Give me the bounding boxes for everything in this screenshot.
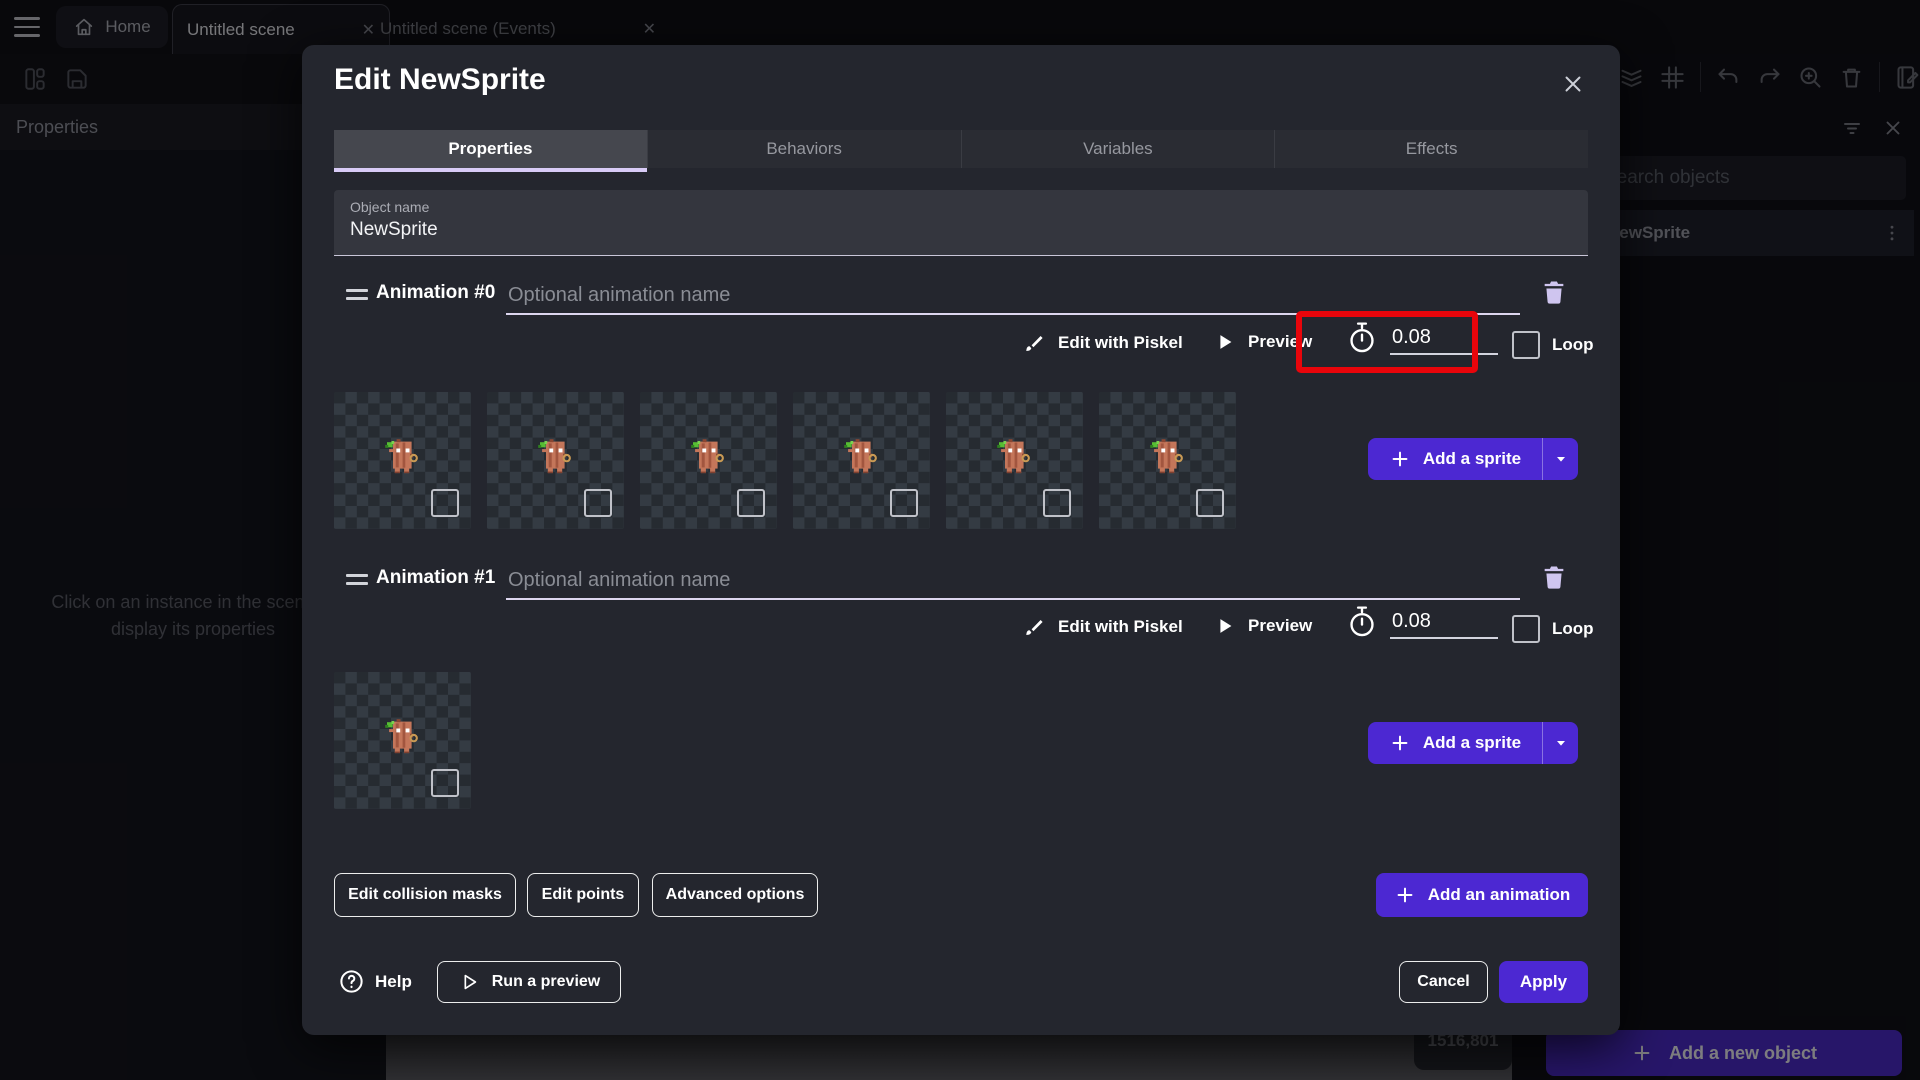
brush-icon — [1022, 331, 1046, 355]
edit-with-piskel-button[interactable]: Edit with Piskel — [1022, 331, 1183, 355]
frame-checkbox[interactable] — [737, 489, 765, 517]
loop-checkbox[interactable] — [1512, 331, 1540, 359]
sprite-frame[interactable] — [487, 392, 624, 529]
frame-checkbox[interactable] — [1043, 489, 1071, 517]
dialog-tab-bar: Properties Behaviors Variables Effects — [334, 130, 1588, 172]
play-icon — [1214, 615, 1236, 637]
loop-control: Loop — [1512, 615, 1594, 643]
animation-1-actions: Edit with Piskel Preview Loop — [334, 601, 1594, 659]
tab-effects[interactable]: Effects — [1274, 130, 1588, 168]
apply-button[interactable]: Apply — [1499, 961, 1588, 1003]
frame-checkbox[interactable] — [1196, 489, 1224, 517]
drag-handle-icon[interactable] — [346, 574, 368, 590]
edit-points-button[interactable]: Edit points — [527, 873, 639, 917]
gdevelop-app: Home Untitled scene ✕ Untitled scene (Ev… — [0, 0, 1920, 1080]
edit-sprite-dialog: Edit NewSprite Properties Behaviors Vari… — [302, 45, 1620, 1035]
loop-checkbox[interactable] — [1512, 615, 1540, 643]
tab-variables[interactable]: Variables — [960, 130, 1275, 168]
time-between-frames-field — [1346, 605, 1498, 639]
object-name-label: Object name — [350, 199, 430, 215]
sprite-frame[interactable] — [334, 392, 471, 529]
tab-properties[interactable]: Properties — [334, 130, 647, 172]
drag-handle-icon[interactable] — [346, 289, 368, 305]
plus-icon — [1389, 732, 1411, 754]
frame-checkbox[interactable] — [431, 769, 459, 797]
time-between-frames-input[interactable] — [1390, 605, 1498, 639]
tab-behaviors[interactable]: Behaviors — [646, 130, 961, 168]
timer-icon — [1346, 605, 1378, 639]
time-between-frames-input[interactable] — [1390, 321, 1498, 355]
object-name-field[interactable]: Object name — [334, 190, 1588, 256]
sprite-frame[interactable] — [946, 392, 1083, 529]
sprite-frame[interactable] — [793, 392, 930, 529]
animation-0-header: Animation #0 — [334, 277, 1588, 317]
preview-button[interactable]: Preview — [1214, 331, 1312, 353]
frame-checkbox[interactable] — [584, 489, 612, 517]
sprite-frame[interactable] — [640, 392, 777, 529]
edit-collision-masks-button[interactable]: Edit collision masks — [334, 873, 516, 917]
animation-name-input[interactable] — [506, 562, 1520, 600]
frame-checkbox[interactable] — [890, 489, 918, 517]
advanced-options-button[interactable]: Advanced options — [652, 873, 818, 917]
sprite-frame[interactable] — [1099, 392, 1236, 529]
frame-checkbox[interactable] — [431, 489, 459, 517]
add-animation-button[interactable]: Add an animation — [1376, 873, 1588, 917]
plus-icon — [1394, 884, 1416, 906]
sprite-frame[interactable] — [334, 672, 471, 809]
plus-icon — [1389, 448, 1411, 470]
play-icon — [1214, 331, 1236, 353]
edit-with-piskel-button[interactable]: Edit with Piskel — [1022, 615, 1183, 639]
loop-control: Loop — [1512, 331, 1594, 359]
dialog-title: Edit NewSprite — [334, 63, 546, 96]
animation-0-actions: Edit with Piskel Preview Loop — [334, 317, 1594, 375]
timer-icon — [1346, 321, 1378, 355]
help-icon — [338, 968, 365, 995]
delete-animation-icon[interactable] — [1540, 562, 1568, 592]
brush-icon — [1022, 615, 1046, 639]
time-between-frames-field — [1346, 321, 1498, 355]
play-outline-icon — [458, 971, 480, 993]
animation-label: Animation #0 — [376, 282, 496, 303]
run-preview-button[interactable]: Run a preview — [437, 961, 621, 1003]
help-button[interactable]: Help — [338, 968, 412, 995]
object-name-input[interactable] — [350, 215, 1450, 241]
animation-label: Animation #1 — [376, 567, 496, 588]
delete-animation-icon[interactable] — [1540, 277, 1568, 307]
dialog-footer: Help Run a preview Cancel Apply — [334, 961, 1588, 1003]
animation-1-header: Animation #1 — [334, 562, 1588, 602]
cancel-button[interactable]: Cancel — [1399, 961, 1488, 1003]
add-sprite-dropdown-icon[interactable] — [1543, 722, 1578, 764]
dialog-close-icon[interactable] — [1560, 71, 1586, 97]
add-sprite-dropdown-icon[interactable] — [1543, 438, 1578, 480]
options-button-row: Edit collision masks Edit points Advance… — [334, 873, 1588, 917]
animation-name-input[interactable] — [506, 277, 1520, 315]
add-sprite-button[interactable]: Add a sprite — [1368, 722, 1578, 764]
preview-button[interactable]: Preview — [1214, 615, 1312, 637]
add-sprite-button[interactable]: Add a sprite — [1368, 438, 1578, 480]
